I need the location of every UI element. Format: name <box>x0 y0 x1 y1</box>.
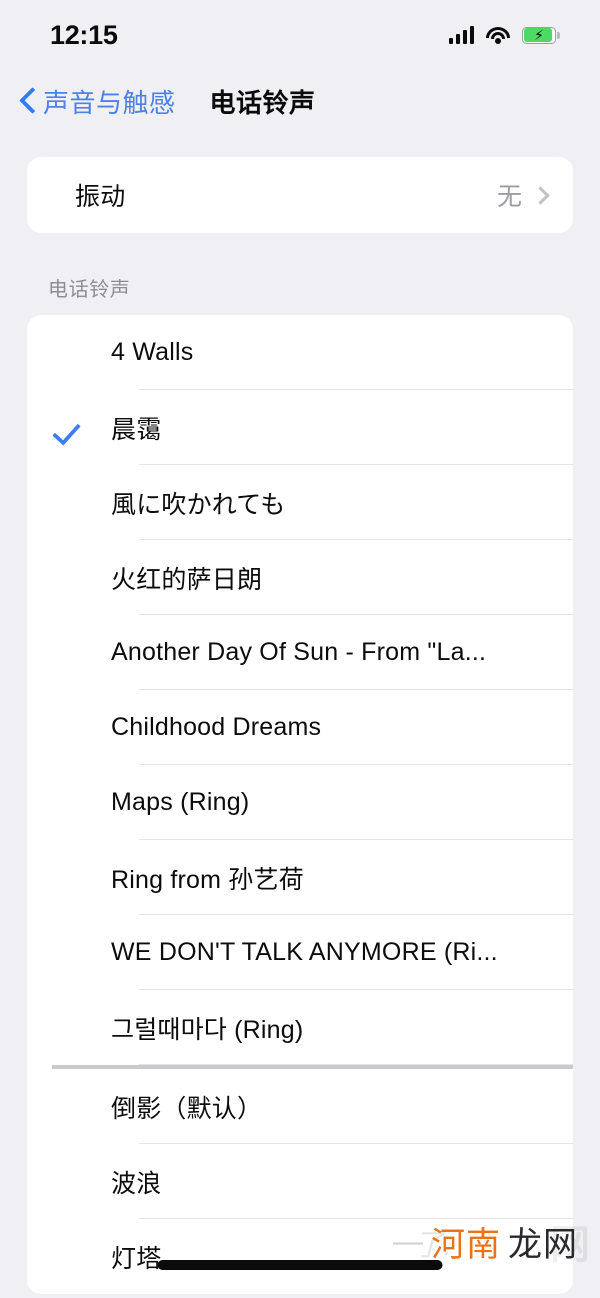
ringtone-item-row[interactable]: Childhood Dreams <box>27 690 573 765</box>
ringtone-item-row[interactable]: Another Day Of Sun - From "La... <box>27 615 573 690</box>
vibration-value-group: 无 <box>497 177 551 213</box>
ringtone-item-label: WE DON'T TALK ANYMORE (Ri... <box>111 938 498 966</box>
back-button-label: 声音与触感 <box>43 87 176 118</box>
ringtone-item-row[interactable]: 4 Walls <box>27 315 573 390</box>
ringtone-item-label: Childhood Dreams <box>111 713 322 741</box>
chevron-left-icon <box>20 86 37 116</box>
vibration-row[interactable]: 振动 无 <box>27 157 573 233</box>
checkmark-icon <box>57 420 85 436</box>
ringtone-item-row[interactable]: WE DON'T TALK ANYMORE (Ri... <box>27 915 573 990</box>
navigation-bar: 声音与触感 电话铃声 <box>0 70 600 132</box>
ringtone-item-label: 風に吹かれても <box>111 490 286 519</box>
status-bar-clock: 12:15 <box>50 19 118 50</box>
ringtone-item-row[interactable]: 晨霭 <box>27 390 573 465</box>
chevron-right-icon <box>531 185 550 205</box>
ringtone-item-row[interactable]: 倒影（默认） <box>27 1069 573 1144</box>
ringtone-item-row[interactable]: 그럴때마다 (Ring) <box>27 990 573 1065</box>
battery-charging-icon: ⚡ <box>522 26 560 44</box>
home-indicator[interactable] <box>157 1260 443 1270</box>
ringtone-list-card: 4 Walls 晨霭風に吹かれても 火红的萨日朗 Another Day Of Sun… <box>27 315 573 1294</box>
ringtone-item-label: 晨霭 <box>111 415 162 444</box>
ringtone-item-label: 火红的萨日朗 <box>111 565 263 594</box>
status-bar-indicators: ⚡ <box>448 26 560 44</box>
custom-ringtone-list: 4 Walls 晨霭風に吹かれても 火红的萨日朗 Another Day Of Sun… <box>27 315 573 1065</box>
ringtone-item-label: Ring from 孙艺荷 <box>111 865 304 894</box>
ringtone-item-label: Another Day Of Sun - From "La... <box>111 638 487 666</box>
lightning-bolt-icon: ⚡ <box>534 27 544 43</box>
row-divider <box>139 1064 573 1065</box>
ringtone-item-row[interactable]: 波浪 <box>27 1144 573 1219</box>
ringtone-item-row[interactable]: 風に吹かれても <box>27 465 573 540</box>
ringtone-item-label: 灯塔 <box>111 1244 162 1273</box>
checkmark-icon <box>27 420 111 436</box>
ringtone-item-row[interactable]: 火红的萨日朗 <box>27 540 573 615</box>
wifi-icon <box>486 26 510 44</box>
vibration-value: 无 <box>496 183 522 211</box>
back-button[interactable]: 声音与触感 <box>14 83 176 120</box>
ringtone-item-label: 倒影（默认） <box>111 1094 263 1123</box>
ringtone-item-label: 그럴때마다 (Ring) <box>111 1015 304 1044</box>
ringtone-item-label: 4 Walls <box>111 338 194 366</box>
ringtone-item-row[interactable]: Ring from 孙艺荷 <box>27 840 573 915</box>
ringtone-item-label: 波浪 <box>111 1169 162 1198</box>
ringtone-item-label: Maps (Ring) <box>111 788 250 816</box>
cellular-signal-icon <box>448 26 474 44</box>
status-bar: 12:15 ⚡ <box>0 0 600 70</box>
ringtone-section-header: 电话铃声 <box>48 279 131 301</box>
ringtone-item-row[interactable]: Maps (Ring) <box>27 765 573 840</box>
vibration-label: 振动 <box>75 183 126 211</box>
page-title: 电话铃声 <box>209 87 316 118</box>
vibration-card: 振动 无 <box>27 157 573 233</box>
ringtone-item-row[interactable]: 灯塔 <box>27 1219 573 1294</box>
